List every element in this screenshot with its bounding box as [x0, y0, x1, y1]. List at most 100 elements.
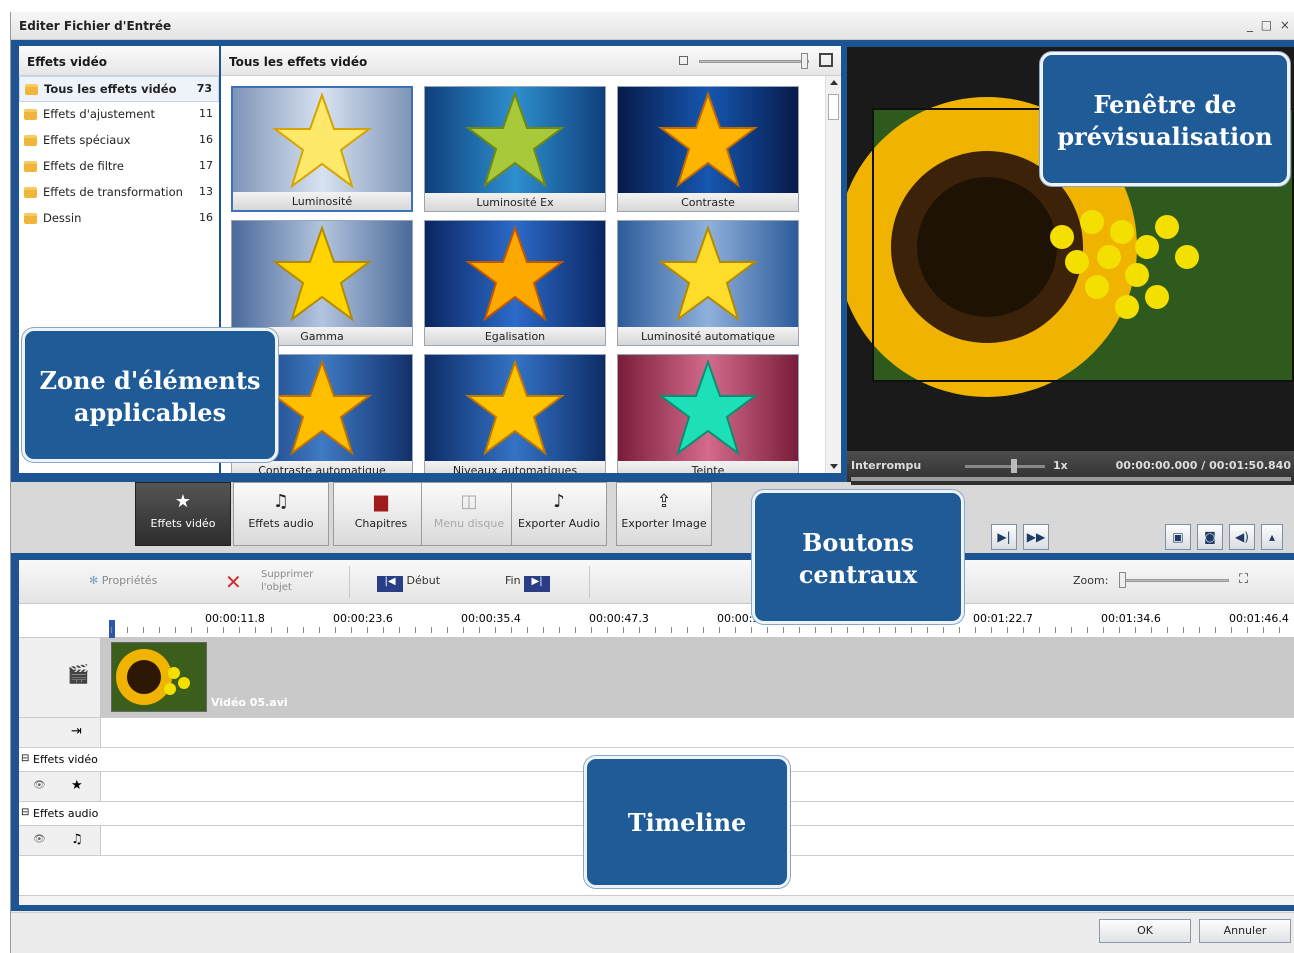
category-transform[interactable]: Effets de transformation 13: [19, 180, 219, 206]
next-frame-button[interactable]: ▶|: [991, 524, 1017, 550]
button-label: Supprimer l'objet: [261, 569, 314, 593]
chapters-icon: ▆: [374, 491, 388, 512]
category-label: Dessin: [43, 211, 82, 225]
volume-more-button[interactable]: ▴: [1261, 524, 1283, 550]
chapters-button[interactable]: ▆ Chapitres: [333, 482, 429, 546]
zoom-slider-handle[interactable]: [1119, 572, 1126, 588]
button-label: Début: [406, 574, 441, 587]
volume-icon[interactable]: ◀): [1229, 524, 1255, 550]
button-label: Chapitres: [354, 517, 408, 530]
category-label: Effets de transformation: [43, 185, 183, 199]
title-bar: Editer Fichier d'Entrée _ □ ×: [11, 12, 1294, 40]
monitor-icon[interactable]: ▣: [1165, 524, 1191, 550]
category-filter[interactable]: Effets de filtre 17: [19, 154, 219, 180]
end-marker-button[interactable]: Fin ▶|: [505, 574, 551, 592]
zoom-label: Zoom:: [1073, 574, 1109, 587]
fit-icon[interactable]: ⛶: [1239, 572, 1248, 587]
eye-icon[interactable]: 👁: [33, 834, 46, 845]
toolbar-divider: [589, 566, 590, 598]
effect-preview: [618, 221, 798, 329]
scroll-down-icon[interactable]: [830, 464, 838, 469]
time-ruler[interactable]: 00:00:11.8 00:00:23.6 00:00:35.4 00:00:4…: [19, 604, 1294, 638]
toolbar-divider: [349, 566, 350, 598]
scroll-up-icon[interactable]: [830, 80, 838, 85]
effects-header: Tous les effets vidéo: [221, 46, 841, 76]
video-effects-group-label: Effets vidéo: [33, 753, 98, 766]
playback-status: Interrompu: [851, 459, 922, 472]
timeline-hscrollbar[interactable]: [19, 895, 1294, 905]
category-adjustment[interactable]: Effets d'ajustement 11: [19, 102, 219, 128]
eye-icon[interactable]: 👁: [33, 780, 46, 791]
properties-button[interactable]: ✻ Propriétés: [89, 574, 157, 587]
callout-timeline: Timeline: [584, 756, 790, 888]
export-image-button[interactable]: ⇪ Exporter Image: [616, 482, 712, 546]
effect-thumb-egalisation[interactable]: Egalisation: [424, 220, 606, 346]
thumb-size-slider[interactable]: [699, 60, 809, 63]
button-label: Exporter Audio: [517, 517, 601, 530]
category-label: Tous les effets vidéo: [44, 82, 177, 96]
effect-label: Egalisation: [425, 327, 605, 345]
star-icon: [272, 225, 372, 322]
category-count: 17: [199, 159, 213, 172]
start-button[interactable]: |◀ Début: [377, 574, 440, 592]
effect-thumb-teinte[interactable]: Teinte: [617, 354, 799, 473]
speed-slider-handle[interactable]: [1011, 459, 1017, 473]
category-count: 73: [196, 82, 212, 95]
video-track: 🎬 Vidéo 05.avi: [19, 638, 1294, 718]
slider-handle[interactable]: [801, 53, 808, 69]
effects-scrollbar[interactable]: [825, 76, 841, 473]
effect-thumb-contraste[interactable]: Contraste: [617, 86, 799, 212]
video-effects-track-header: 👁 ★: [19, 772, 101, 801]
cancel-button[interactable]: Annuler: [1199, 919, 1291, 943]
end-button[interactable]: ▶▶: [1023, 524, 1049, 550]
category-label: Effets de filtre: [43, 159, 124, 173]
clapper-icon: 🎬: [67, 664, 90, 685]
audio-track-header: ⇥: [19, 718, 101, 747]
star-icon: [658, 91, 758, 188]
category-special[interactable]: Effets spéciaux 16: [19, 128, 219, 154]
effect-label: Luminosité: [233, 192, 411, 210]
category-all[interactable]: Tous les effets vidéo 73: [19, 76, 219, 102]
star-icon: [465, 359, 565, 456]
category-count: 16: [199, 133, 213, 146]
camera-icon[interactable]: ◙: [1197, 524, 1223, 550]
disc-menu-icon: ◫: [460, 491, 478, 512]
ruler-tick: 00:00:47.3: [589, 612, 649, 625]
effect-label: Niveaux automatiques: [425, 461, 605, 473]
video-clip[interactable]: [111, 642, 207, 712]
small-view-icon[interactable]: [679, 56, 688, 65]
scroll-thumb[interactable]: [828, 94, 839, 120]
star-icon: [658, 225, 758, 322]
collapse-icon[interactable]: ⊟: [21, 753, 29, 764]
zoom-slider[interactable]: [1119, 579, 1229, 582]
speed-slider[interactable]: [965, 465, 1045, 468]
audio-effects-button[interactable]: ♫ Effets audio: [233, 482, 329, 546]
star-icon: [272, 92, 372, 189]
button-label: Fin: [505, 574, 521, 587]
folder-icon: [24, 213, 37, 224]
video-effects-button[interactable]: ★ Effets vidéo: [135, 482, 231, 546]
effect-label: Contraste: [618, 193, 798, 211]
window-controls[interactable]: _ □ ×: [1247, 18, 1292, 32]
export-audio-button[interactable]: ♪ Exporter Audio: [511, 482, 607, 546]
collapse-icon[interactable]: ⊟: [21, 807, 29, 818]
category-drawing[interactable]: Dessin 16: [19, 206, 219, 232]
ok-button[interactable]: OK: [1099, 919, 1191, 943]
category-count: 13: [199, 185, 213, 198]
playback-status-bar: Interrompu 1x 00:00:00.000 / 00:01:50.84…: [847, 451, 1294, 485]
start-marker-icon: |◀: [377, 576, 403, 592]
disc-menu-button[interactable]: ◫ Menu disque: [421, 482, 517, 546]
seek-bar[interactable]: [851, 477, 1291, 481]
effects-title: Tous les effets vidéo: [229, 55, 368, 69]
effect-thumb-luminosite[interactable]: Luminosité: [231, 86, 413, 212]
end-marker-icon: ▶|: [524, 576, 551, 592]
ruler-ticks: [111, 627, 1294, 633]
timeline-toolbar: ✻ Propriétés ✕ Supprimer l'objet |◀ Débu…: [19, 560, 1294, 604]
effect-thumb-luminosite-ex[interactable]: Luminosité Ex: [424, 86, 606, 212]
effect-label: Contraste automatique: [232, 461, 412, 473]
large-view-icon[interactable]: [819, 53, 833, 67]
effect-thumb-niveaux-auto[interactable]: Niveaux automatiques: [424, 354, 606, 473]
time-display: 00:00:00.000 / 00:01:50.840: [1115, 459, 1291, 472]
effect-thumb-luminosite-auto[interactable]: Luminosité automatique: [617, 220, 799, 346]
callout-text: Fenêtre de prévisualisation: [1057, 90, 1273, 151]
